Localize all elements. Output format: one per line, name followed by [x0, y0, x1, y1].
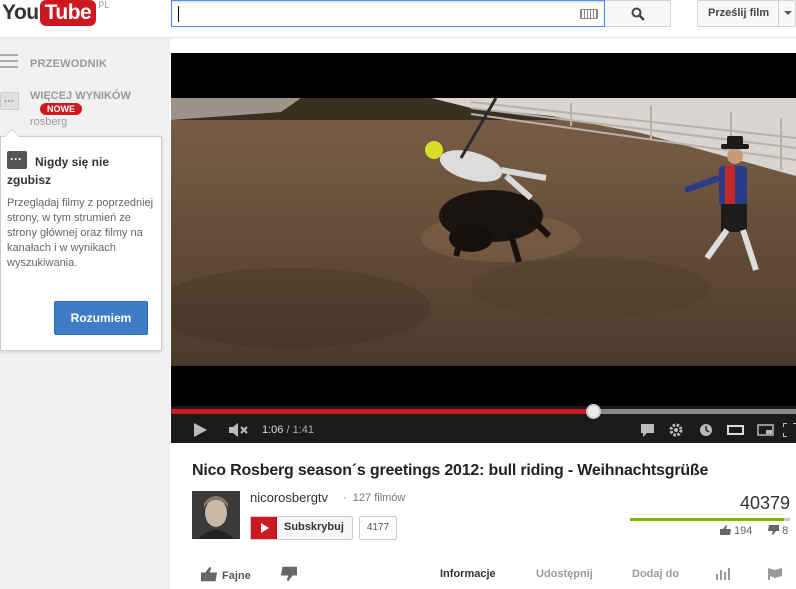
like-button[interactable]: Fajne: [201, 566, 251, 582]
time-display: 1:06 / 1:41: [262, 424, 315, 436]
logo-text-tube: Tube: [39, 0, 97, 26]
got-it-button[interactable]: Rozumiem: [54, 301, 148, 335]
like-count: 194: [720, 525, 752, 537]
dislike-count-text: 8: [782, 525, 789, 537]
tooltip-body: Przeglądaj filmy z poprzedniej strony, w…: [7, 197, 154, 269]
youtube-play-icon: [251, 517, 277, 539]
search-button[interactable]: [605, 0, 671, 27]
popout-icon[interactable]: [757, 423, 774, 437]
video-title: Nico Rosberg season´s greetings 2012: bu…: [192, 462, 709, 479]
tooltip-title: Nigdy się nie zgubisz: [7, 155, 110, 187]
duration: 1:41: [292, 424, 315, 436]
video-scene: [171, 98, 796, 348]
channel-name-link[interactable]: nicorosbergtv: [250, 490, 328, 505]
upload-label: Prześlij film: [708, 7, 770, 19]
youtube-watch-page: You Tube PL Prześlij film PRZEWODNIK WIĘ…: [0, 0, 796, 589]
chevron-down-icon[interactable]: [784, 11, 792, 15]
tab-share[interactable]: Udostępnij: [536, 568, 593, 580]
menu-icon[interactable]: [0, 54, 18, 72]
thumbs-up-icon: [720, 525, 731, 535]
like-ratio-bar: [630, 518, 790, 521]
video-player[interactable]: 1:06 / 1:41: [171, 53, 796, 443]
logo-country-code: PL: [98, 0, 110, 10]
mute-icon[interactable]: [229, 423, 249, 437]
subscribe-label: Subskrybuj: [284, 521, 344, 533]
guide-sidebar: PRZEWODNIK WIĘCEJ WYNIKÓW NOWE rosberg N…: [0, 38, 170, 589]
search-icon: [631, 7, 645, 21]
stats-icon[interactable]: [716, 568, 730, 580]
more-results-icon[interactable]: [0, 91, 19, 110]
action-bar: Fajne Informacje Udostępnij Dodaj do: [171, 556, 796, 589]
annotations-icon[interactable]: [641, 423, 655, 437]
new-badge: NOWE: [40, 103, 82, 115]
like-label: Fajne: [222, 570, 251, 582]
video-frame[interactable]: [171, 98, 796, 366]
keyboard-icon[interactable]: [580, 9, 598, 19]
theater-mode-icon[interactable]: [727, 423, 744, 437]
thumbs-down-icon: [768, 525, 779, 535]
fullscreen-icon[interactable]: [783, 423, 796, 437]
dislike-count: 8: [768, 525, 788, 537]
play-icon[interactable]: [193, 423, 207, 437]
search-input[interactable]: [171, 0, 605, 27]
thumbs-down-icon[interactable]: [281, 566, 297, 582]
upload-button[interactable]: Prześlij film: [697, 0, 796, 27]
view-count: 40379: [739, 493, 790, 513]
watch-later-icon[interactable]: [699, 423, 713, 437]
gear-icon[interactable]: [669, 423, 683, 437]
masthead: You Tube PL Prześlij film: [0, 0, 796, 38]
like-count-text: 194: [734, 525, 753, 537]
youtube-logo[interactable]: You Tube PL: [2, 0, 109, 28]
flag-icon[interactable]: [768, 568, 782, 580]
subscriber-count: 4177: [359, 516, 397, 540]
tab-info[interactable]: Informacje: [440, 568, 496, 580]
guide-tooltip: Nigdy się nie zgubisz Przeglądaj filmy z…: [0, 129, 162, 351]
like-ratio-fill: [630, 518, 784, 521]
channel-avatar[interactable]: [192, 491, 240, 539]
avatar-portrait: [192, 491, 240, 539]
video-count-text: 127 filmów: [352, 492, 406, 504]
thumbs-up-icon: [201, 566, 217, 582]
progress-played: [171, 409, 593, 414]
more-results-query[interactable]: rosberg: [30, 116, 67, 128]
text-caret: [178, 6, 179, 22]
logo-text-you: You: [2, 1, 39, 24]
guide-label[interactable]: PRZEWODNIK: [30, 58, 107, 70]
subscribe-button[interactable]: Subskrybuj: [250, 516, 353, 540]
progress-bar[interactable]: [171, 404, 796, 419]
more-results-label[interactable]: WIĘCEJ WYNIKÓW: [30, 90, 131, 102]
upload-separator: [778, 1, 779, 26]
channel-video-count[interactable]: · 127 filmów: [343, 492, 405, 504]
tab-add-to[interactable]: Dodaj do: [632, 568, 679, 580]
scrubber-handle[interactable]: [585, 404, 601, 419]
current-time: 1:06: [262, 424, 284, 436]
